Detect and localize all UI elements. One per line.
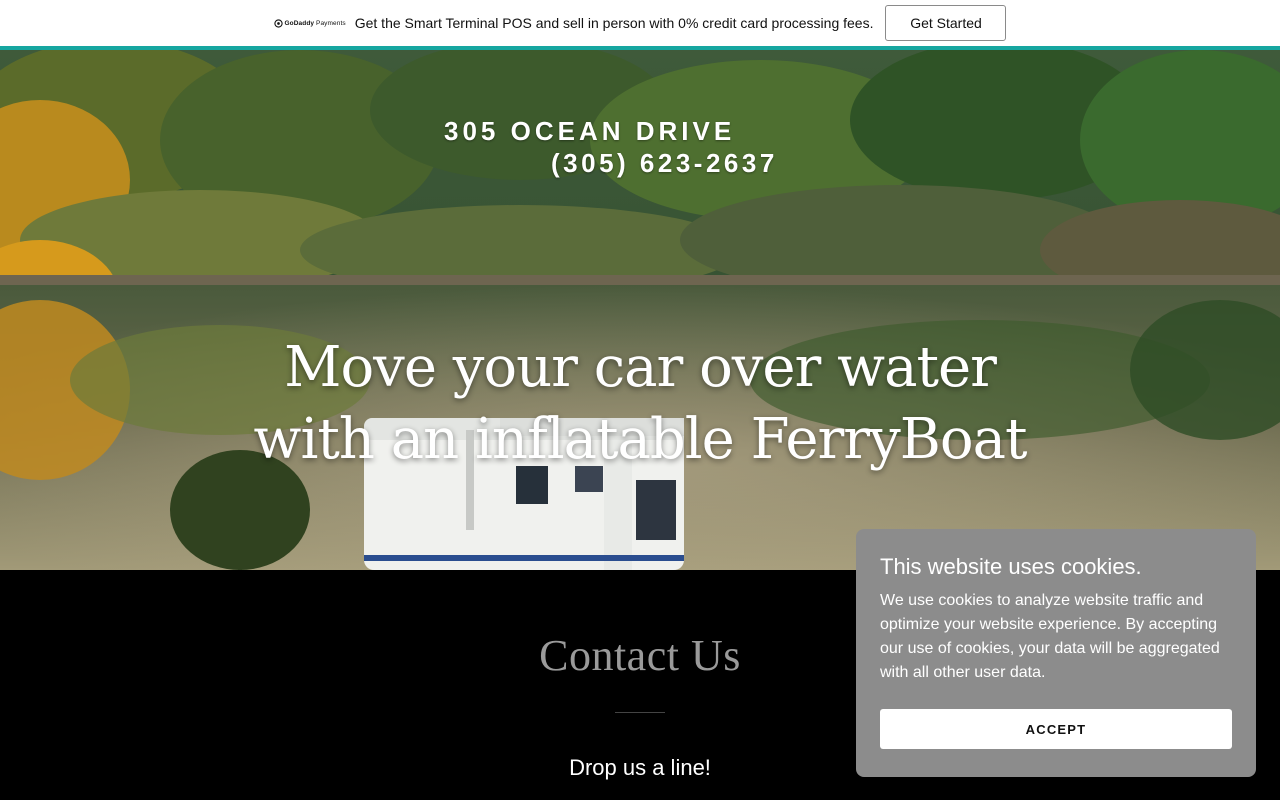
cookie-body: We use cookies to analyze website traffi… — [880, 592, 1220, 681]
cookie-consent-panel: This website uses cookies. We use cookie… — [856, 529, 1256, 777]
godaddy-logo-icon — [273, 18, 283, 28]
hero-section: 305 OCEAN DRIVE (305) 623-2637 Move your… — [0, 50, 1280, 570]
hero-headline-line-2: with an inflatable FerryBoat — [253, 407, 1028, 472]
godaddy-payments-logo: GoDaddy Payments — [273, 18, 346, 28]
promo-text: Get the Smart Terminal POS and sell in p… — [354, 15, 874, 31]
get-started-button[interactable]: Get Started — [885, 5, 1007, 41]
contact-divider — [615, 712, 665, 713]
hero-headline: Move your car over water with an inflata… — [0, 332, 1280, 476]
business-address: 305 OCEAN DRIVE — [444, 116, 736, 146]
accept-cookies-button[interactable]: ACCEPT — [880, 709, 1232, 749]
business-phone[interactable]: (305) 623-2637 — [551, 148, 778, 179]
promo-banner: GoDaddy Payments Get the Smart Terminal … — [0, 0, 1280, 46]
cookie-title: This website uses cookies. — [880, 554, 1142, 579]
hero-headline-line-1: Move your car over water — [284, 335, 997, 400]
